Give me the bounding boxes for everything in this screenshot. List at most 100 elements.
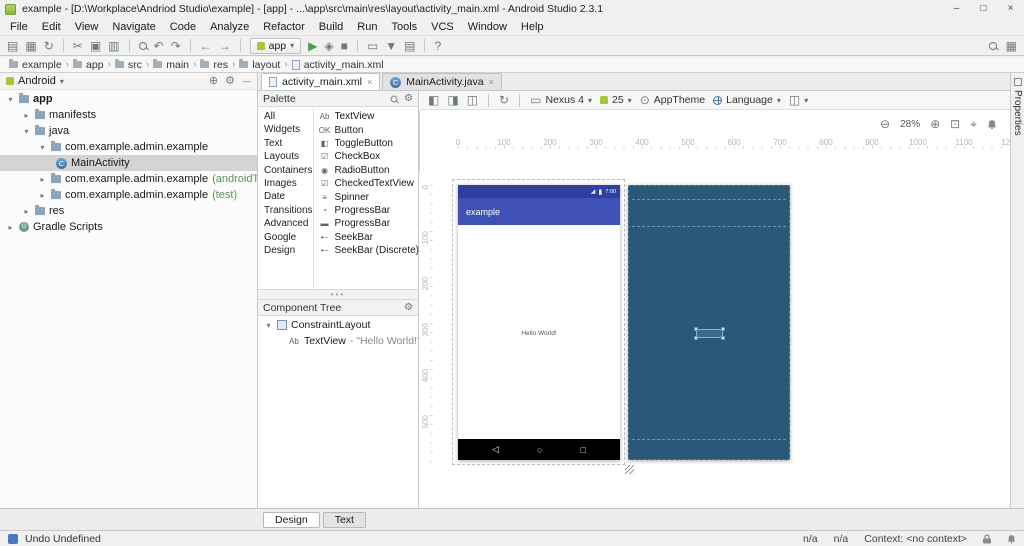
palette-category-containers[interactable]: Containers bbox=[258, 164, 313, 177]
canvas-resize-handle[interactable] bbox=[625, 465, 634, 474]
hello-world-textview[interactable]: Hello World! bbox=[521, 330, 556, 337]
menu-view[interactable]: View bbox=[68, 20, 106, 34]
breadcrumb-example[interactable]: example bbox=[6, 59, 65, 71]
menu-navigate[interactable]: Navigate bbox=[105, 20, 162, 34]
open-icon[interactable] bbox=[7, 40, 18, 52]
breadcrumb-app[interactable]: app bbox=[70, 59, 107, 71]
palette-category-all[interactable]: All bbox=[258, 110, 313, 123]
save-all-icon[interactable] bbox=[25, 40, 36, 52]
tree-item-res[interactable]: ▸ res bbox=[0, 203, 257, 219]
resize-handle-sw[interactable] bbox=[694, 336, 698, 340]
toolwindow-toggle-icon[interactable] bbox=[8, 533, 18, 544]
sdk-manager-icon[interactable] bbox=[385, 40, 397, 52]
collapse-arrow-icon[interactable]: ▸ bbox=[6, 223, 15, 232]
debug-button[interactable] bbox=[324, 40, 333, 52]
design-preview[interactable]: ◢ ▮ 7:00 example Hello World! ◁ ○ □ bbox=[458, 185, 620, 460]
palette-category-date[interactable]: Date bbox=[258, 190, 313, 203]
pan-icon[interactable] bbox=[970, 118, 977, 130]
expand-arrow-icon[interactable]: ▾ bbox=[22, 127, 31, 136]
palette-category-images[interactable]: Images bbox=[258, 177, 313, 190]
menu-edit[interactable]: Edit bbox=[35, 20, 68, 34]
minimize-button[interactable]: – bbox=[943, 0, 970, 18]
palette-category-text[interactable]: Text bbox=[258, 137, 313, 150]
tab-activity-main-xml[interactable]: activity_main.xml × bbox=[261, 73, 381, 90]
tree-item-mainactivity[interactable]: MainActivity bbox=[0, 155, 257, 171]
palette-category-transitions[interactable]: Transitions bbox=[258, 204, 313, 217]
breadcrumb-src[interactable]: src bbox=[112, 59, 145, 71]
expand-arrow-icon[interactable]: ▾ bbox=[264, 321, 273, 330]
tree-item-java[interactable]: ▾ java bbox=[0, 123, 257, 139]
palette-category-google[interactable]: Google bbox=[258, 231, 313, 244]
tree-item-package-androidtest[interactable]: ▸ com.example.admin.example (androidTest… bbox=[0, 171, 257, 187]
gear-icon[interactable] bbox=[404, 94, 413, 104]
properties-tool-button[interactable]: Properties bbox=[1012, 90, 1023, 136]
menu-tools[interactable]: Tools bbox=[384, 20, 424, 34]
menu-build[interactable]: Build bbox=[312, 20, 350, 34]
gear-icon[interactable] bbox=[404, 303, 413, 313]
menu-vcs[interactable]: VCS bbox=[424, 20, 461, 34]
palette-item-checkedtextview[interactable]: ☑ CheckedTextView bbox=[314, 177, 424, 190]
expand-arrow-icon[interactable]: ▾ bbox=[38, 143, 47, 152]
resize-handle-nw[interactable] bbox=[694, 327, 698, 331]
api-level-select[interactable]: 25 ▾ bbox=[599, 94, 632, 106]
design-mode-icon[interactable] bbox=[428, 94, 439, 106]
close-tab-icon[interactable]: × bbox=[367, 77, 372, 87]
breadcrumb-main[interactable]: main bbox=[150, 59, 192, 71]
palette-category-design[interactable]: Design bbox=[258, 244, 313, 257]
redo-icon[interactable] bbox=[171, 40, 181, 52]
collapse-arrow-icon[interactable]: ▸ bbox=[22, 111, 31, 120]
palette-item-progressbar-horizontal[interactable]: ▬ ProgressBar bbox=[314, 217, 424, 230]
selected-textview[interactable] bbox=[694, 327, 725, 340]
component-tree-item-textview[interactable]: Ab TextView - "Hello World!" bbox=[258, 333, 418, 349]
tree-item-manifests[interactable]: ▸ manifests bbox=[0, 107, 257, 123]
device-monitor-icon[interactable] bbox=[404, 40, 415, 52]
palette-item-spinner[interactable]: ≡ Spinner bbox=[314, 190, 424, 203]
menu-help[interactable]: Help bbox=[514, 20, 551, 34]
component-tree-item-constraintlayout[interactable]: ▾ ConstraintLayout bbox=[258, 317, 418, 333]
notifications-bell-icon[interactable] bbox=[1007, 534, 1016, 544]
zoom-in-icon[interactable] bbox=[930, 118, 940, 130]
stop-button[interactable] bbox=[341, 40, 348, 52]
menu-analyze[interactable]: Analyze bbox=[203, 20, 256, 34]
palette-item-radiobutton[interactable]: ◉ RadioButton bbox=[314, 164, 424, 177]
tree-item-app[interactable]: ▾ app bbox=[0, 91, 257, 107]
zoom-fit-icon[interactable] bbox=[950, 118, 960, 130]
copy-icon[interactable] bbox=[90, 40, 101, 52]
notifications-bell-icon[interactable] bbox=[987, 119, 997, 130]
close-tab-icon[interactable]: × bbox=[489, 77, 494, 87]
find-icon[interactable] bbox=[138, 41, 147, 50]
gradle-sync-icon[interactable] bbox=[44, 40, 54, 52]
close-button[interactable]: × bbox=[997, 0, 1024, 18]
tool-windows-icon[interactable] bbox=[1006, 40, 1017, 52]
paste-icon[interactable] bbox=[108, 40, 119, 52]
undo-icon[interactable] bbox=[154, 40, 164, 52]
tab-text[interactable]: Text bbox=[322, 512, 366, 528]
palette-item-seekbar[interactable]: •– SeekBar bbox=[314, 231, 424, 244]
panel-splitter[interactable]: ••• bbox=[258, 289, 418, 300]
zoom-out-icon[interactable] bbox=[880, 118, 890, 130]
collapse-arrow-icon[interactable]: ▸ bbox=[38, 191, 47, 200]
palette-item-seekbar-discrete[interactable]: •– SeekBar (Discrete) bbox=[314, 244, 424, 257]
collapse-arrow-icon[interactable]: ▸ bbox=[22, 207, 31, 216]
back-icon[interactable] bbox=[200, 40, 212, 52]
palette-category-layouts[interactable]: Layouts bbox=[258, 150, 313, 163]
tab-mainactivity-java[interactable]: MainActivity.java × bbox=[382, 73, 502, 90]
orientation-icon[interactable] bbox=[499, 94, 509, 106]
resize-handle-se[interactable] bbox=[721, 336, 725, 340]
help-icon[interactable] bbox=[434, 40, 441, 52]
language-select[interactable]: Language ▾ bbox=[713, 94, 781, 106]
palette-item-progressbar[interactable]: ◔ ProgressBar bbox=[314, 204, 424, 217]
blueprint-preview[interactable] bbox=[628, 185, 790, 460]
project-view-select[interactable]: Android bbox=[18, 75, 56, 87]
menu-code[interactable]: Code bbox=[163, 20, 203, 34]
search-everywhere-icon[interactable] bbox=[988, 41, 997, 50]
device-select[interactable]: Nexus 4 ▾ bbox=[530, 94, 592, 106]
menu-refactor[interactable]: Refactor bbox=[256, 20, 312, 34]
palette-category-advanced[interactable]: Advanced bbox=[258, 217, 313, 230]
forward-icon[interactable] bbox=[219, 40, 231, 52]
menu-run[interactable]: Run bbox=[350, 20, 384, 34]
cut-icon[interactable] bbox=[73, 40, 83, 52]
tree-item-package-test[interactable]: ▸ com.example.admin.example (test) bbox=[0, 187, 257, 203]
palette-item-button[interactable]: OK Button bbox=[314, 123, 424, 136]
tree-item-package[interactable]: ▾ com.example.admin.example bbox=[0, 139, 257, 155]
